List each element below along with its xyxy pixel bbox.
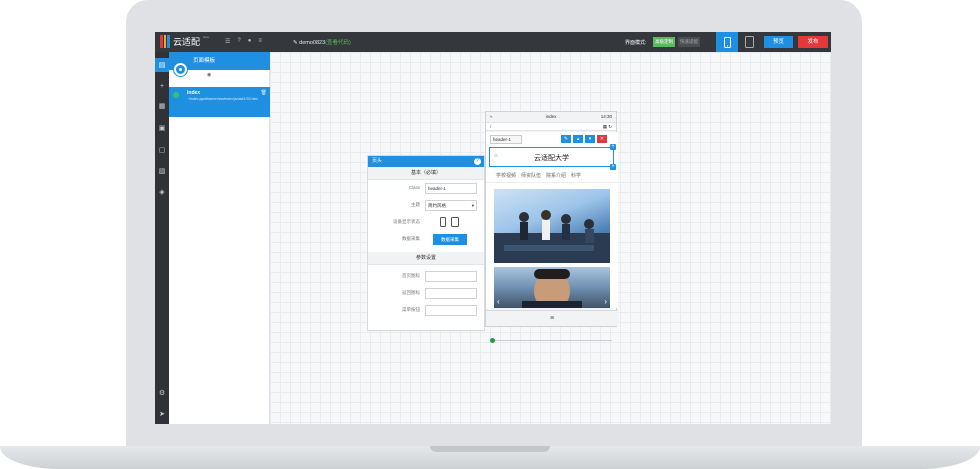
component-tag: header-1 xyxy=(490,135,522,144)
edit-icon[interactable]: ✎ xyxy=(561,135,571,143)
page-url: ~/index.jsp#iframeview/index/js/dat/1/93… xyxy=(187,97,258,101)
device-toggles xyxy=(440,217,459,227)
tablet-device-button[interactable] xyxy=(738,32,760,52)
phone-footer-menu[interactable]: ≡ xyxy=(486,310,618,326)
phone-status-bar: ≈ index 14:30 xyxy=(486,112,616,122)
laptop-notch xyxy=(430,446,550,452)
class-input[interactable]: header-1 xyxy=(425,183,477,194)
back-row: 返回图标 xyxy=(368,285,484,302)
grid-icon[interactable]: ▦ xyxy=(155,99,169,113)
collect-label: 数据采集 xyxy=(402,236,420,241)
pages-icon[interactable]: ▤ xyxy=(155,58,169,72)
top-bar: 云适配 beta ☰ ? ● ≡ ✎ demo0823(查看代码) 界面模式: … xyxy=(155,32,831,52)
section-basic: 基本（必填） xyxy=(368,167,484,180)
menu-input[interactable] xyxy=(425,305,477,316)
list-icon[interactable]: ☰ xyxy=(225,38,230,45)
properties-title: 页头 ? xyxy=(368,156,484,167)
left-icon-rail: ▤ + ▦ ▣ ▢ ▧ ◈ ⚙ ➤ xyxy=(155,52,169,424)
mode-advanced-button[interactable]: 高级定制 xyxy=(653,37,675,47)
help-icon[interactable]: ? xyxy=(237,38,240,45)
header-component[interactable]: ⌂ 云适配大学 xyxy=(489,147,614,167)
phone-device-button[interactable] xyxy=(716,32,738,52)
theme-row: 主题 简约风格 ▾ xyxy=(368,197,484,214)
delete-icon[interactable]: ✕ xyxy=(597,135,607,143)
zoom-slider[interactable] xyxy=(490,338,612,343)
nav-item[interactable]: 师资队伍 xyxy=(521,169,541,182)
phone-nav: 学校视频 师资队伍 院系介绍 科学 xyxy=(486,169,618,183)
app-screen: 云适配 beta ☰ ? ● ≡ ✎ demo0823(查看代码) 界面模式: … xyxy=(155,32,831,424)
page-list-item[interactable]: index ~/index.jsp#iframeview/index/js/da… xyxy=(169,87,270,117)
toolbar-icons: ☰ ? ● ≡ xyxy=(225,38,262,45)
conference-photo xyxy=(494,189,610,263)
back-label: 返回图标 xyxy=(402,290,420,295)
project-title[interactable]: ✎ demo0823(查看代码) xyxy=(293,38,351,46)
chevron-down-icon: ▾ xyxy=(471,203,474,208)
refresh-icon[interactable]: ▦ ↻ xyxy=(603,124,612,130)
collect-button[interactable]: 数据采集 xyxy=(433,234,467,245)
logo-beta: beta xyxy=(203,35,209,39)
css-icon[interactable]: ▣ xyxy=(155,121,169,135)
page-status-dot xyxy=(173,92,179,98)
logo-icon xyxy=(160,35,171,48)
theme-select[interactable]: 简约风格 ▾ xyxy=(425,200,477,211)
tablet-icon[interactable] xyxy=(451,217,459,227)
trash-icon[interactable]: 🗑 xyxy=(261,90,267,96)
page-name: index xyxy=(187,90,201,96)
help-icon[interactable]: ? xyxy=(474,158,481,165)
header-title: 云适配大学 xyxy=(534,155,569,162)
properties-panel: 页头 ? 基本（必填） Class header-1 主题 简约风格 ▾ 设备显示… xyxy=(367,155,485,331)
nav-item[interactable]: 学校视频 xyxy=(496,169,516,182)
menu-icon[interactable]: ≡ xyxy=(258,38,262,45)
nav-item[interactable]: 科学 xyxy=(571,169,581,182)
portrait-photo: ‹ › xyxy=(494,267,610,308)
home-link-row: 首页图标 xyxy=(368,268,484,285)
phone-url-bar: / ▦ ↻ xyxy=(486,122,616,131)
menu-label: 菜单按钮 xyxy=(402,307,420,312)
phone-icon xyxy=(723,36,731,48)
slider-handle[interactable] xyxy=(490,338,495,343)
logo-text: 云适配 xyxy=(173,37,201,47)
image-icon[interactable]: ▧ xyxy=(155,164,169,178)
device-label: 设备显示状态 xyxy=(393,219,420,224)
publish-button[interactable]: 发布 xyxy=(798,36,828,48)
class-row: Class header-1 xyxy=(368,180,484,197)
tablet-icon xyxy=(744,36,754,48)
file-icon[interactable]: ▢ xyxy=(155,143,169,157)
menu-row: 菜单按钮 xyxy=(368,302,484,319)
back-input[interactable] xyxy=(425,288,477,299)
send-icon[interactable]: ➤ xyxy=(155,407,169,421)
add-above-icon[interactable]: + xyxy=(610,144,616,150)
user-icon[interactable]: ● xyxy=(248,38,252,45)
phone-icon[interactable] xyxy=(440,217,446,227)
phone-preview: ≈ index 14:30 / ▦ ↻ header-1 ✎ ▴ ▾ ✕ ⌂ 云… xyxy=(485,111,618,327)
class-label: Class xyxy=(408,185,420,190)
mode-label: 界面模式: xyxy=(625,40,647,46)
pages-panel: 页面模板 ◉ index ~/index.jsp#iframeview/inde… xyxy=(169,52,270,424)
phone-content: header-1 ✎ ▴ ▾ ✕ ⌂ 云适配大学 + + 学校视频 师资队伍 院… xyxy=(486,132,618,308)
phone-url: / xyxy=(490,124,492,129)
chevron-right-icon[interactable]: › xyxy=(604,297,607,306)
phone-status-time: 14:30 xyxy=(600,114,612,119)
chevron-left-icon[interactable]: ‹ xyxy=(497,297,500,306)
preview-button[interactable]: 预览 xyxy=(764,36,793,48)
nav-item[interactable]: 院系介绍 xyxy=(546,169,566,182)
chevron-down-icon[interactable]: ▾ xyxy=(585,135,595,143)
collect-row: 数据采集 数据采集 xyxy=(368,231,484,248)
view-code-link[interactable]: (查看代码) xyxy=(325,40,351,46)
chevron-up-icon[interactable]: ▴ xyxy=(573,135,583,143)
add-icon[interactable]: + xyxy=(155,79,169,93)
section-params: 参数设置 xyxy=(368,252,484,265)
mode-quick-button[interactable]: 快速适配 xyxy=(678,37,700,47)
settings-icon[interactable]: ⚙ xyxy=(155,386,169,400)
device-row: 设备显示状态 xyxy=(368,214,484,231)
eye-icon[interactable]: ◉ xyxy=(207,72,211,78)
component-tools: ✎ ▴ ▾ ✕ xyxy=(561,135,607,143)
home-link-input[interactable] xyxy=(425,271,477,282)
app-logo[interactable]: 云适配 beta xyxy=(160,35,209,48)
home-link-label: 首页图标 xyxy=(402,273,420,278)
theme-label: 主题 xyxy=(411,202,420,207)
phone-status-title: index xyxy=(545,114,557,119)
cube-icon[interactable]: ◈ xyxy=(155,185,169,199)
panel-toggle-button[interactable] xyxy=(174,63,187,76)
